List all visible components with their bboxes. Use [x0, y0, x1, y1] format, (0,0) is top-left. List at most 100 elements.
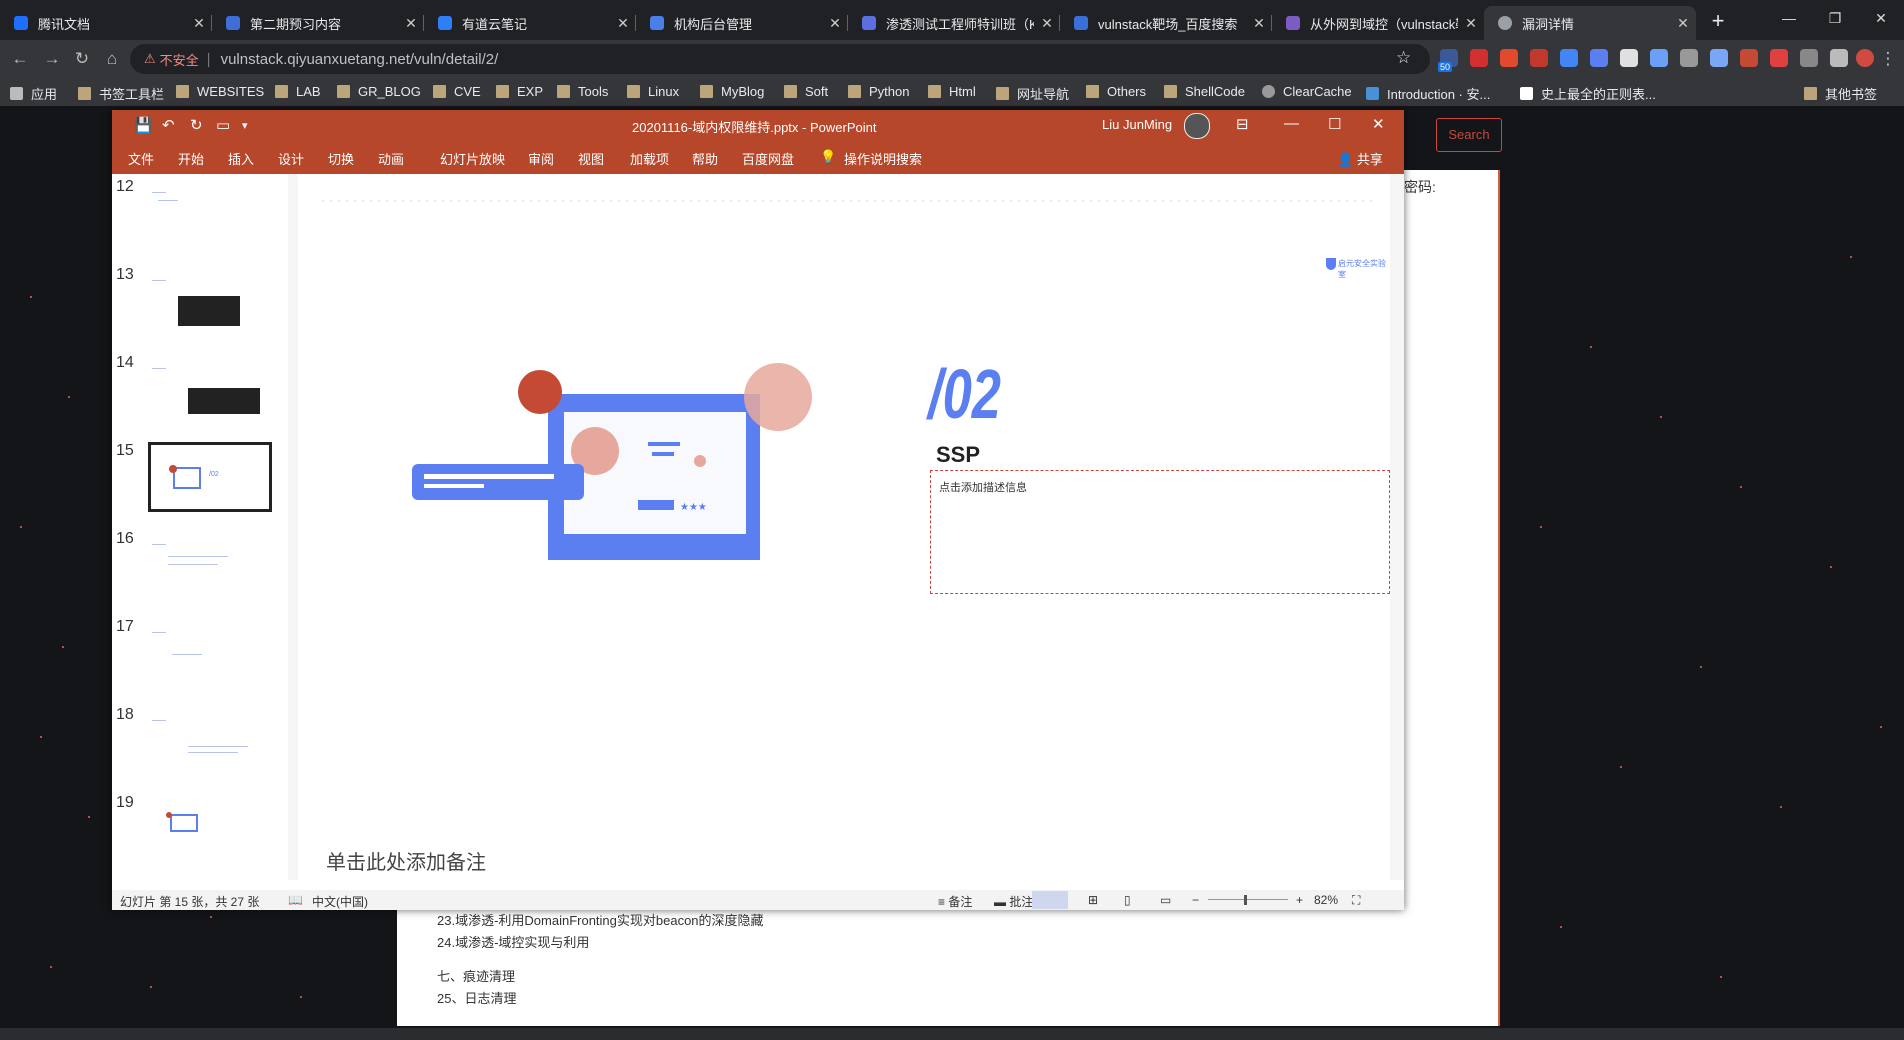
close-icon[interactable]: ✕: [1458, 15, 1484, 32]
tab-animations[interactable]: 动画: [378, 149, 404, 168]
extension-icon[interactable]: [1770, 49, 1788, 67]
bookmark-apps[interactable]: 应用: [10, 84, 57, 103]
slide-sorter-icon[interactable]: ⊞: [1088, 893, 1098, 907]
bookmark-folder[interactable]: Html: [928, 84, 976, 99]
extension-icon[interactable]: [1740, 49, 1758, 67]
tab-design[interactable]: 设计: [278, 149, 304, 168]
close-window-icon[interactable]: ✕: [1858, 0, 1904, 36]
bookmark-site[interactable]: 史上最全的正则表...: [1520, 84, 1656, 103]
back-icon[interactable]: ←: [8, 47, 32, 71]
tab-home[interactable]: 开始: [178, 149, 204, 168]
close-icon[interactable]: ✕: [822, 15, 848, 32]
bookmark-folder[interactable]: LAB: [275, 84, 321, 99]
notes-button[interactable]: ≡ 备注: [938, 893, 972, 910]
tab-admin[interactable]: 机构后台管理 ✕: [636, 6, 848, 40]
slide-thumbnail[interactable]: [148, 618, 272, 688]
profile-avatar[interactable]: [1856, 49, 1874, 67]
tab-view[interactable]: 视图: [578, 149, 604, 168]
ribbon-display-options-icon[interactable]: ⊟: [1236, 115, 1249, 133]
extension-icon[interactable]: [1830, 49, 1848, 67]
menu-icon[interactable]: ⋮: [1876, 47, 1900, 71]
zoom-level[interactable]: 82%: [1314, 893, 1338, 907]
home-icon[interactable]: ⌂: [100, 47, 124, 71]
restore-icon[interactable]: ❐: [1812, 0, 1858, 36]
tab-review[interactable]: 审阅: [528, 149, 554, 168]
extension-icon[interactable]: [1590, 49, 1608, 67]
avatar[interactable]: [1184, 113, 1210, 139]
slide-thumbnail[interactable]: [148, 706, 272, 776]
spellcheck-icon[interactable]: 📖: [288, 893, 303, 907]
tab-vuln-detail[interactable]: 漏洞详情 ✕: [1484, 6, 1696, 40]
bookmark-folder[interactable]: 书签工具栏: [78, 84, 164, 103]
bookmark-folder[interactable]: Soft: [784, 84, 828, 99]
zoom-in-icon[interactable]: +: [1296, 893, 1303, 907]
address-bar[interactable]: ⚠ 不安全 | vulnstack.qiyuanxuetang.net/vuln…: [130, 44, 1430, 74]
close-icon[interactable]: ✕: [1670, 15, 1696, 32]
language[interactable]: 中文(中国): [312, 893, 368, 910]
undo-icon[interactable]: ↶: [162, 116, 175, 134]
bookmark-folder[interactable]: 网址导航: [996, 84, 1069, 103]
bookmark-folder[interactable]: WEBSITES: [176, 84, 264, 99]
slideshow-from-start-icon[interactable]: ▭: [216, 116, 230, 134]
bookmark-folder[interactable]: Python: [848, 84, 909, 99]
extension-icon[interactable]: [1800, 49, 1818, 67]
tab-insert[interactable]: 插入: [228, 149, 254, 168]
tab-baidu-search[interactable]: vulnstack靶场_百度搜索 ✕: [1060, 6, 1272, 40]
tab-training[interactable]: 渗透测试工程师特训班（Ka ✕: [848, 6, 1060, 40]
tab-baidu-netdisk[interactable]: 百度网盘: [742, 149, 794, 168]
slide-thumbnail[interactable]: [148, 354, 272, 424]
bookmark-folder[interactable]: MyBlog: [700, 84, 764, 99]
bookmark-folder[interactable]: EXP: [496, 84, 543, 99]
bookmark-clearcache[interactable]: ClearCache: [1262, 84, 1352, 99]
tell-me-search[interactable]: 操作说明搜索: [844, 149, 922, 168]
extension-icon[interactable]: [1680, 49, 1698, 67]
tab-preview-content[interactable]: 第二期预习内容 ✕: [212, 6, 424, 40]
slide-thumbnail-selected[interactable]: /02: [148, 442, 272, 512]
zoom-out-icon[interactable]: −: [1192, 893, 1199, 907]
extension-icon[interactable]: [1500, 49, 1518, 67]
slide-scrollbar[interactable]: [1390, 174, 1404, 880]
slideshow-icon[interactable]: ▭: [1160, 893, 1171, 907]
save-icon[interactable]: 💾: [134, 116, 153, 134]
bookmark-folder[interactable]: Tools: [557, 84, 608, 99]
slide-thumbnail[interactable]: [148, 530, 272, 600]
search-button[interactable]: Search: [1436, 118, 1502, 152]
reading-view-icon[interactable]: ▯: [1124, 893, 1131, 907]
slide-thumbnail[interactable]: [148, 266, 272, 336]
slide-thumbnail[interactable]: [148, 178, 272, 248]
normal-view-button[interactable]: [1032, 891, 1068, 909]
extension-icon[interactable]: [1530, 49, 1548, 67]
tab-slideshow[interactable]: 幻灯片放映: [440, 149, 505, 168]
notes-placeholder[interactable]: 单击此处添加备注: [326, 846, 486, 875]
forward-icon[interactable]: →: [40, 47, 64, 71]
share-button[interactable]: 👤 共享: [1337, 149, 1383, 168]
close-icon[interactable]: ✕: [1372, 115, 1385, 133]
lightbulb-icon[interactable]: 💡: [820, 149, 836, 165]
bookmark-folder[interactable]: Others: [1086, 84, 1146, 99]
close-icon[interactable]: ✕: [186, 15, 212, 32]
thumbnail-scrollbar[interactable]: [288, 174, 298, 880]
slide-thumbnail[interactable]: [148, 794, 272, 864]
other-bookmarks[interactable]: 其他书签: [1804, 84, 1877, 103]
bookmark-folder[interactable]: CVE: [433, 84, 481, 99]
comments-button[interactable]: ▬ 批注: [994, 893, 1033, 910]
tab-youdao-note[interactable]: 有道云笔记 ✕: [424, 6, 636, 40]
bookmark-folder[interactable]: Linux: [627, 84, 679, 99]
tab-addins[interactable]: 加载项: [630, 149, 669, 168]
tab-vulnstack[interactable]: 从外网到域控（vulnstack靶 ✕: [1272, 6, 1484, 40]
bookmark-star-icon[interactable]: ☆: [1396, 48, 1411, 68]
extension-icon[interactable]: [1710, 49, 1728, 67]
extension-icon[interactable]: [1560, 49, 1578, 67]
tab-file[interactable]: 文件: [128, 149, 154, 168]
close-icon[interactable]: ✕: [1246, 15, 1272, 32]
reload-icon[interactable]: ↻: [70, 47, 94, 71]
not-secure-warning-icon[interactable]: ⚠: [144, 51, 156, 67]
bookmark-folder[interactable]: ShellCode: [1164, 84, 1245, 99]
tab-help[interactable]: 帮助: [692, 149, 718, 168]
extension-icon[interactable]: [1620, 49, 1638, 67]
close-icon[interactable]: ✕: [398, 15, 424, 32]
bookmark-folder[interactable]: GR_BLOG: [337, 84, 421, 99]
zoom-slider[interactable]: [1208, 899, 1288, 900]
new-tab-button[interactable]: +: [1704, 8, 1732, 36]
minimize-icon[interactable]: —: [1766, 0, 1812, 36]
